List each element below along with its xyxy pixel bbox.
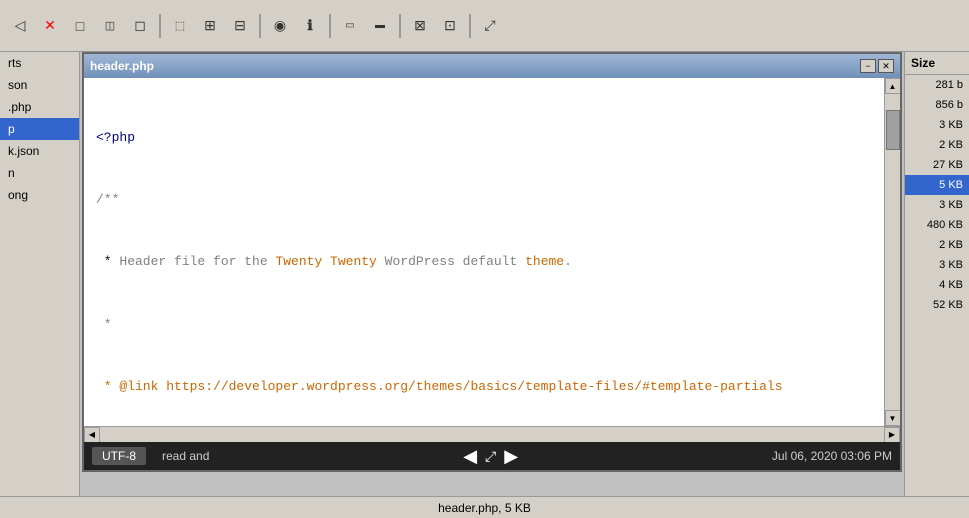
scroll-thumb[interactable] bbox=[886, 110, 900, 150]
vertical-scrollbar: ▲ ▼ bbox=[884, 78, 900, 426]
code-line-5: * @link https://developer.wordpress.org/… bbox=[96, 377, 872, 398]
sidebar: rts son .php p k.json n ong bbox=[0, 52, 80, 518]
editor-title: header.php bbox=[90, 59, 154, 73]
toolbar-btn-grid4[interactable]: ⊡ bbox=[436, 12, 464, 40]
sidebar-item-p[interactable]: p bbox=[0, 118, 79, 140]
sidebar-item-rts[interactable]: rts bbox=[0, 52, 79, 74]
nav-left-arrow[interactable]: ◀ bbox=[463, 446, 477, 467]
separator-2 bbox=[259, 14, 261, 38]
nav-controls: ◀ ⤢ ▶ bbox=[225, 446, 756, 467]
editor-window: header.php − ✕ <?php /** * Header file f… bbox=[82, 52, 902, 472]
right-panel-item-5: 5 KB bbox=[905, 175, 969, 195]
right-panel-item-9: 3 KB bbox=[905, 255, 969, 275]
right-panel-item-8: 2 KB bbox=[905, 235, 969, 255]
right-panel-item-10: 4 KB bbox=[905, 275, 969, 295]
editor-close-button[interactable]: ✕ bbox=[878, 59, 894, 73]
right-panel-item-3: 2 KB bbox=[905, 135, 969, 155]
toolbar-btn-close[interactable]: ✕ bbox=[36, 12, 64, 40]
right-panel-item-0: 281 b bbox=[905, 75, 969, 95]
right-panel-item-11: 52 KB bbox=[905, 295, 969, 315]
scroll-down-arrow[interactable]: ▼ bbox=[885, 410, 901, 426]
toolbar-btn-info[interactable]: ℹ bbox=[296, 12, 324, 40]
editor-titlebar: header.php − ✕ bbox=[84, 54, 900, 78]
separator-4 bbox=[399, 14, 401, 38]
right-panel: Size 281 b 856 b 3 KB 2 KB 27 KB 5 KB 3 … bbox=[904, 52, 969, 496]
separator-5 bbox=[469, 14, 471, 38]
toolbar-btn-select[interactable]: ⬚ bbox=[166, 12, 194, 40]
separator-3 bbox=[329, 14, 331, 38]
toolbar-btn-grid2[interactable]: ⊟ bbox=[226, 12, 254, 40]
main-area: rts son .php p k.json n ong header.php −… bbox=[0, 52, 969, 518]
toolbar-btn-unknown3[interactable]: ◻ bbox=[126, 12, 154, 40]
sidebar-item-ong[interactable]: ong bbox=[0, 184, 79, 206]
bottom-status-bar: header.php, 5 KB bbox=[0, 496, 969, 518]
sidebar-item-kjson[interactable]: k.json bbox=[0, 140, 79, 162]
toolbar-btn-zoom-out[interactable]: ▭ bbox=[336, 12, 364, 40]
toolbar-btn-grid3[interactable]: ⊠ bbox=[406, 12, 434, 40]
permissions-label: read and bbox=[162, 449, 209, 463]
sidebar-item-son[interactable]: son bbox=[0, 74, 79, 96]
bottom-status-text: header.php, 5 KB bbox=[438, 501, 531, 515]
toolbar-btn-scroll-left[interactable]: ◁ bbox=[6, 12, 34, 40]
nav-right-arrow[interactable]: ▶ bbox=[504, 446, 518, 467]
horizontal-scrollbar: ◀ ▶ bbox=[84, 426, 900, 442]
minimize-button[interactable]: − bbox=[860, 59, 876, 73]
file-date: Jul 06, 2020 03:06 PM bbox=[772, 449, 892, 463]
right-panel-item-2: 3 KB bbox=[905, 115, 969, 135]
encoding-label: UTF-8 bbox=[92, 447, 146, 465]
toolbar: ◁ ✕ □ ◫ ◻ ⬚ ⊞ ⊟ ◉ ℹ ▭ ▬ ⊠ ⊡ ⤢ bbox=[0, 0, 969, 52]
nav-expand-icon[interactable]: ⤢ bbox=[485, 448, 496, 465]
code-area[interactable]: <?php /** * Header file for the Twenty T… bbox=[84, 78, 884, 426]
scroll-left-arrow[interactable]: ◀ bbox=[84, 427, 100, 443]
toolbar-btn-view[interactable]: ◉ bbox=[266, 12, 294, 40]
sidebar-item-n[interactable]: n bbox=[0, 162, 79, 184]
code-line-4: * bbox=[96, 315, 872, 336]
scroll-h-track bbox=[100, 427, 884, 442]
right-panel-header: Size bbox=[905, 52, 969, 75]
right-panel-item-1: 856 b bbox=[905, 95, 969, 115]
toolbar-btn-expand[interactable]: ⤢ bbox=[476, 12, 504, 40]
editor-statusbar: UTF-8 read and ◀ ⤢ ▶ Jul 06, 2020 03:06 … bbox=[84, 442, 900, 470]
separator-1 bbox=[159, 14, 161, 38]
code-line-3: * Header file for the Twenty Twenty Word… bbox=[96, 252, 872, 273]
toolbar-btn-unknown1[interactable]: □ bbox=[66, 12, 94, 40]
editor-content: <?php /** * Header file for the Twenty T… bbox=[84, 78, 900, 426]
toolbar-btn-grid1[interactable]: ⊞ bbox=[196, 12, 224, 40]
scroll-right-arrow[interactable]: ▶ bbox=[884, 427, 900, 443]
toolbar-btn-unknown2[interactable]: ◫ bbox=[96, 12, 124, 40]
code-line-1: <?php bbox=[96, 128, 872, 149]
right-panel-item-7: 480 KB bbox=[905, 215, 969, 235]
right-panel-item-6: 3 KB bbox=[905, 195, 969, 215]
right-panel-item-4: 27 KB bbox=[905, 155, 969, 175]
sidebar-item-php[interactable]: .php bbox=[0, 96, 79, 118]
toolbar-btn-zoom-in[interactable]: ▬ bbox=[366, 12, 394, 40]
titlebar-buttons: − ✕ bbox=[860, 59, 894, 73]
scroll-up-arrow[interactable]: ▲ bbox=[885, 78, 901, 94]
code-line-2: /** bbox=[96, 190, 872, 211]
